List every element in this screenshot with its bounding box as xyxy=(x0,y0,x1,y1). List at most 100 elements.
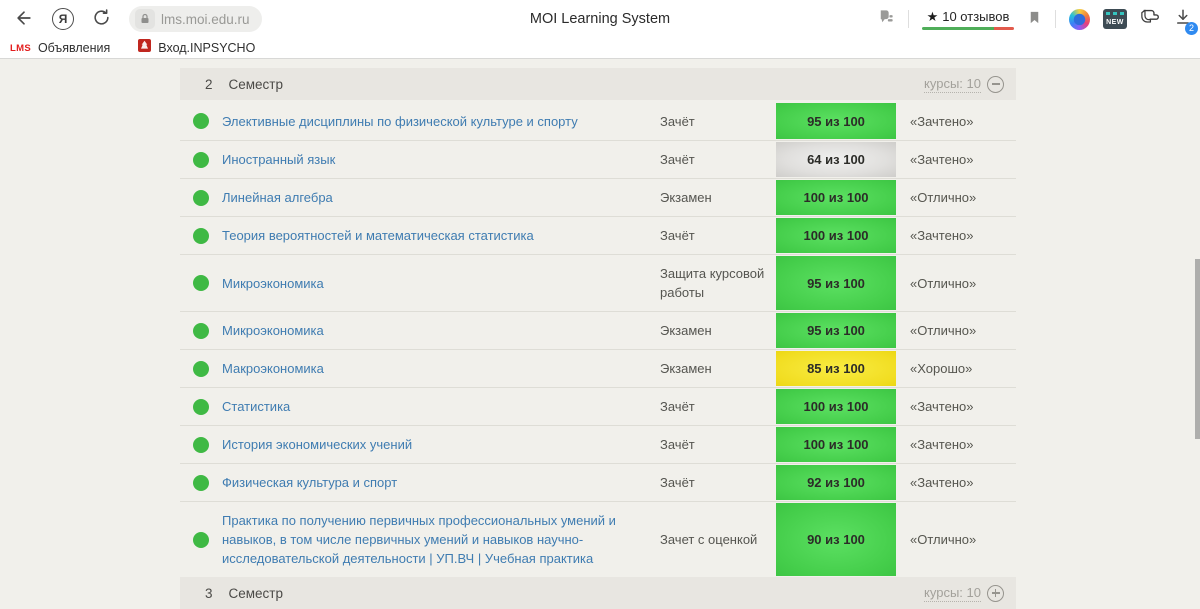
collections-pin-icon xyxy=(876,8,895,30)
score-cell: 100 из 100 xyxy=(776,180,896,215)
semester-header: 2 Семестр курсы: 10 xyxy=(180,68,1016,100)
course-link[interactable]: Макроэкономика xyxy=(222,359,660,378)
refresh-button[interactable] xyxy=(92,8,111,30)
status-dot-icon xyxy=(193,437,209,453)
bookmark-item-inpsycho[interactable]: Вход.INPSYCHO xyxy=(138,39,255,57)
bookmark-button[interactable] xyxy=(1027,9,1042,29)
status-dot-cell xyxy=(180,532,222,548)
status-dot-cell xyxy=(180,475,222,491)
table-row: Статистика Зачёт 100 из 100 «Зачтено» xyxy=(180,387,1016,425)
status-dot-cell xyxy=(180,275,222,291)
score-cell: 100 из 100 xyxy=(776,427,896,462)
status-dot-icon xyxy=(193,361,209,377)
status-dot-icon xyxy=(193,152,209,168)
status-dot-cell xyxy=(180,113,222,129)
status-dot-icon xyxy=(193,275,209,291)
grade-label: «Отлично» xyxy=(896,312,1016,349)
course-rows: Элективные дисциплины по физической куль… xyxy=(180,100,1016,577)
course-link[interactable]: Физическая культура и спорт xyxy=(222,473,660,492)
scrollbar-thumb[interactable] xyxy=(1195,259,1200,439)
refresh-icon xyxy=(92,8,111,30)
status-dot-cell xyxy=(180,399,222,415)
expand-plus-icon[interactable] xyxy=(987,585,1004,602)
yandex-logo-icon: Я xyxy=(52,8,74,30)
grade-label: «Отлично» xyxy=(896,179,1016,216)
page-content: 2 Семестр курсы: 10 Элективные дисциплин… xyxy=(0,59,1200,608)
downloads-button[interactable]: 2 xyxy=(1174,8,1192,31)
score-cell: 90 из 100 xyxy=(776,503,896,576)
grade-label: «Хорошо» xyxy=(896,350,1016,387)
table-row: Теория вероятностей и математическая ста… xyxy=(180,216,1016,254)
course-link[interactable]: Иностранный язык xyxy=(222,150,660,169)
score-cell: 95 из 100 xyxy=(776,256,896,310)
reviews-rating-bar xyxy=(922,27,1014,30)
score-cell: 95 из 100 xyxy=(776,103,896,139)
table-row: Микроэкономика Защита курсовой работы 95… xyxy=(180,254,1016,311)
download-count-badge: 2 xyxy=(1185,22,1198,35)
exam-type-label: Зачёт xyxy=(660,141,776,178)
courses-count-label: курсы: 10 xyxy=(924,76,981,93)
semester-number: 3 xyxy=(205,586,213,601)
bookmark-flag-icon xyxy=(1027,9,1042,29)
score-cell: 85 из 100 xyxy=(776,351,896,386)
table-row: Линейная алгебра Экзамен 100 из 100 «Отл… xyxy=(180,178,1016,216)
course-link[interactable]: Линейная алгебра xyxy=(222,188,660,207)
semester-footer: 3 Семестр курсы: 10 xyxy=(180,577,1016,609)
semester-label: Семестр xyxy=(229,586,284,601)
status-dot-cell xyxy=(180,361,222,377)
url-text: lms.moi.edu.ru xyxy=(161,12,250,27)
site-reviews-widget[interactable]: ★ 10 отзывов xyxy=(922,9,1014,30)
color-wheel-icon xyxy=(1069,9,1090,30)
score-cell: 95 из 100 xyxy=(776,313,896,348)
browser-toolbar: Я lms.moi.edu.ru MOI Learning System xyxy=(0,0,1200,38)
course-link[interactable]: Статистика xyxy=(222,397,660,416)
extension-color-wheel-button[interactable] xyxy=(1069,9,1090,30)
grade-label: «Зачтено» xyxy=(896,103,1016,140)
semester-grade-table: 2 Семестр курсы: 10 Элективные дисциплин… xyxy=(180,68,1016,609)
toolbar-divider xyxy=(1055,10,1056,28)
course-link[interactable]: Микроэкономика xyxy=(222,321,660,340)
back-button[interactable] xyxy=(14,8,34,31)
yandex-home-button[interactable]: Я xyxy=(52,8,74,30)
exam-type-label: Защита курсовой работы xyxy=(660,255,776,311)
status-dot-cell xyxy=(180,152,222,168)
collapse-minus-icon[interactable] xyxy=(987,76,1004,93)
exam-type-label: Экзамен xyxy=(660,312,776,349)
course-link[interactable]: Микроэкономика xyxy=(222,274,660,293)
table-row: Макроэкономика Экзамен 85 из 100 «Хорошо… xyxy=(180,349,1016,387)
bookmark-item-announcements[interactable]: LMS Объявления xyxy=(10,41,110,55)
status-dot-icon xyxy=(193,190,209,206)
grade-label: «Отлично» xyxy=(896,265,1016,302)
table-row: Практика по получению первичных професси… xyxy=(180,501,1016,577)
score-cell: 64 из 100 xyxy=(776,142,896,177)
grade-label: «Зачтено» xyxy=(896,388,1016,425)
score-cell: 100 из 100 xyxy=(776,389,896,424)
semester-label: Семестр xyxy=(229,77,284,92)
reviews-count-label: 10 отзывов xyxy=(942,9,1009,24)
courses-expand-control[interactable]: курсы: 10 xyxy=(924,585,1004,602)
exam-type-label: Зачет с оценкой xyxy=(660,521,776,558)
exam-type-label: Экзамен xyxy=(660,179,776,216)
extension-glove-button[interactable] xyxy=(1140,8,1161,30)
bookmarks-bar: LMS Объявления Вход.INPSYCHO xyxy=(0,38,1200,59)
table-row: Иностранный язык Зачёт 64 из 100 «Зачтен… xyxy=(180,140,1016,178)
lock-icon xyxy=(135,9,155,29)
collections-button[interactable] xyxy=(876,8,895,30)
grade-label: «Зачтено» xyxy=(896,141,1016,178)
course-link[interactable]: История экономических учений xyxy=(222,435,660,454)
exam-type-label: Зачёт xyxy=(660,217,776,254)
status-dot-icon xyxy=(193,532,209,548)
courses-count-label: курсы: 10 xyxy=(924,585,981,602)
course-link[interactable]: Теория вероятностей и математическая ста… xyxy=(222,226,660,245)
score-cell: 100 из 100 xyxy=(776,218,896,253)
courses-collapse-control[interactable]: курсы: 10 xyxy=(924,76,1004,93)
table-row: Микроэкономика Экзамен 95 из 100 «Отличн… xyxy=(180,311,1016,349)
address-bar[interactable]: lms.moi.edu.ru xyxy=(129,6,262,32)
score-cell: 92 из 100 xyxy=(776,465,896,500)
course-link[interactable]: Практика по получению первичных професси… xyxy=(222,511,660,568)
status-dot-icon xyxy=(193,228,209,244)
glove-icon xyxy=(1140,8,1161,30)
extension-new-button[interactable]: NEW xyxy=(1103,9,1127,29)
course-link[interactable]: Элективные дисциплины по физической куль… xyxy=(222,112,660,131)
new-badge-label: NEW xyxy=(1106,19,1124,29)
